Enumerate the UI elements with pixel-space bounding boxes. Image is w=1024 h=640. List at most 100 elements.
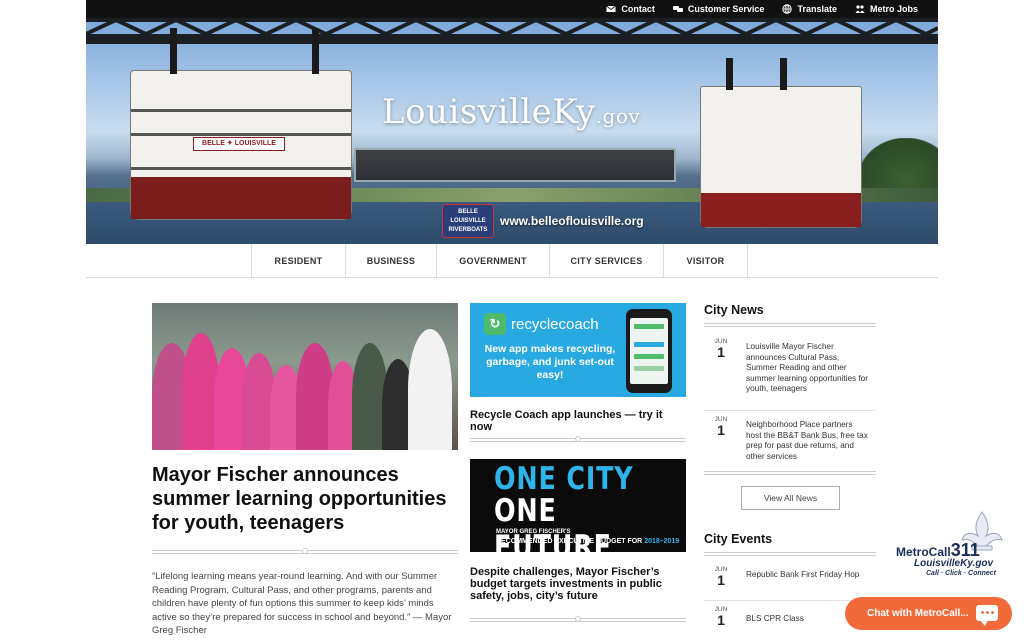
metrocall-number: 311 [950, 540, 980, 560]
news-date: JUN 1 [712, 338, 730, 359]
customer-service-link[interactable]: Customer Service [672, 4, 765, 14]
phone-screen-bar [634, 354, 664, 359]
globe-icon [782, 4, 793, 14]
news-item[interactable]: JUN 1 Louisville Mayor Fischer announces… [704, 338, 876, 406]
phone-screen-bar [634, 324, 664, 329]
smokestack [312, 28, 319, 74]
chat-bubbles-icon [672, 6, 683, 12]
news-headline: Neighborhood Place partners host the BB&… [746, 420, 868, 461]
recycle-coach-tagline: New app makes recycling, garbage, and ju… [484, 343, 616, 381]
nav-visitor[interactable]: VISITOR [664, 244, 748, 278]
smokestack [780, 58, 787, 90]
phone-screen [630, 318, 668, 384]
news-divider [704, 323, 876, 327]
ocof-line-4: RECOMMENDED EXECUTIVE BUDGET FOR 2018–20… [496, 538, 679, 545]
nav-business[interactable]: BUSINESS [346, 244, 437, 278]
chat-bubble-icon [976, 605, 998, 626]
metrocall-site: LouisvilleKy.gov [914, 558, 994, 569]
middle-divider [470, 616, 686, 622]
phone-screen-bar [634, 342, 664, 347]
city-news-title: City News [704, 303, 764, 317]
belle-url[interactable]: www.belleoflouisville.org [500, 214, 644, 228]
utility-bar: Contact Customer Service Translate Metro… [86, 0, 938, 18]
divider-dot [575, 616, 581, 622]
nav-city-services[interactable]: CITY SERVICES [550, 244, 664, 278]
feature-quote: “Lifelong learning means year-round lear… [152, 571, 452, 636]
search-box [354, 148, 676, 182]
event-item[interactable]: JUN 1 Republic Bank First Friday Hop [704, 566, 876, 596]
search-input[interactable] [356, 150, 674, 180]
recycle-coach-link[interactable]: Recycle Coach app launches — try it now [470, 409, 686, 433]
ocof-line-4-text: RECOMMENDED EXECUTIVE BUDGET FOR [496, 538, 643, 545]
feature-photo[interactable] [152, 303, 458, 450]
news-separator [704, 410, 876, 411]
contact-link[interactable]: Contact [606, 4, 655, 14]
translate-label: Translate [797, 4, 837, 14]
news-headline: Louisville Mayor Fischer announces Cultu… [746, 342, 868, 393]
feature-headline[interactable]: Mayor Fischer announces summer learning … [152, 463, 462, 535]
nav-resident[interactable]: RESIDENT [252, 244, 346, 278]
main-nav-items: RESIDENT BUSINESS GOVERNMENT CITY SERVIC… [251, 244, 748, 278]
news-day: 1 [717, 344, 725, 360]
view-all-news-button[interactable]: View All News [741, 486, 840, 510]
boat-hull [701, 193, 861, 227]
metro-jobs-link[interactable]: Metro Jobs [855, 4, 918, 14]
news-item[interactable]: JUN 1 Neighborhood Place partners host t… [704, 416, 876, 466]
feature-divider [152, 548, 458, 554]
news-day: 1 [717, 422, 725, 438]
chat-label: Chat with MetroCall... [867, 608, 969, 619]
news-divider [704, 471, 876, 475]
chat-dots [980, 611, 994, 614]
people-icon [855, 5, 865, 13]
chat-with-metrocall-button[interactable]: Chat with MetroCall... [845, 597, 1012, 630]
metrocall-name: MetroCall [896, 545, 951, 559]
event-date: JUN 1 [712, 566, 730, 587]
badge-line-louisville: LOUISVILLE [450, 218, 486, 224]
metro-jobs-label: Metro Jobs [869, 4, 918, 14]
one-city-one-future-banner[interactable]: ONE CITY ONE FUTURE MAYOR GREG FISCHER'S… [470, 459, 686, 552]
belle-riverboat-left: BELLE ✦ LOUISVILLE [130, 70, 352, 220]
budget-link[interactable]: Despite challenges, Mayor Fischer’s budg… [470, 566, 686, 602]
main-nav: RESIDENT BUSINESS GOVERNMENT CITY SERVIC… [86, 244, 938, 278]
ocof-year: 2018–2019 [644, 538, 680, 545]
recycle-coach-name: recyclecoach [511, 315, 599, 333]
site-logo-tld: .gov [595, 104, 641, 128]
event-day: 1 [717, 572, 725, 588]
event-date: JUN 1 [712, 606, 730, 627]
site-logo-main: LouisvilleKy [382, 92, 596, 132]
boat-deck [131, 133, 351, 136]
event-day: 1 [717, 612, 725, 628]
contact-label: Contact [621, 4, 655, 14]
recycle-coach-logo: ↻ recyclecoach [484, 313, 599, 335]
metrocall-tagline: Call · Click · Connect [926, 570, 997, 577]
hero-banner: BELLE ✦ LOUISVILLE LouisvilleKy.gov BELL… [86, 18, 938, 244]
translate-link[interactable]: Translate [782, 4, 837, 14]
event-title: Republic Bank First Friday Hop [746, 570, 860, 579]
boat-deck [131, 109, 351, 112]
city-events-title: City Events [704, 532, 773, 546]
customer-service-label: Customer Service [687, 4, 765, 14]
phone-icon [626, 309, 672, 393]
belle-riverboats-badge[interactable]: BELLE LOUISVILLE RIVERBOATS [442, 204, 494, 238]
divider-dot [302, 548, 308, 554]
news-date: JUN 1 [712, 416, 730, 437]
metrocall-311-logo[interactable]: MetroCall311 LouisvilleKy.gov Call · Cli… [894, 510, 1020, 582]
nav-government[interactable]: GOVERNMENT [437, 244, 550, 278]
site-logo[interactable]: LouisvilleKy.gov [382, 92, 640, 132]
smokestack [170, 28, 177, 74]
middle-divider [470, 436, 686, 442]
phone-screen-bar [634, 366, 664, 371]
boat-hull [131, 177, 351, 219]
divider-dot [575, 436, 581, 442]
recycle-coach-banner[interactable]: ↻ recyclecoach New app makes recycling, … [470, 303, 686, 397]
smokestack [726, 58, 733, 90]
events-divider [704, 552, 876, 556]
boat-deck [131, 167, 351, 170]
bridge-graphic [86, 18, 938, 44]
boat-name-plate: BELLE ✦ LOUISVILLE [193, 137, 285, 151]
envelope-icon [606, 5, 617, 12]
recycle-icon: ↻ [484, 313, 506, 335]
ocof-line-3: MAYOR GREG FISCHER'S [496, 529, 571, 535]
ocof-line-1: ONE CITY [494, 461, 634, 497]
photo-figure [408, 329, 452, 450]
